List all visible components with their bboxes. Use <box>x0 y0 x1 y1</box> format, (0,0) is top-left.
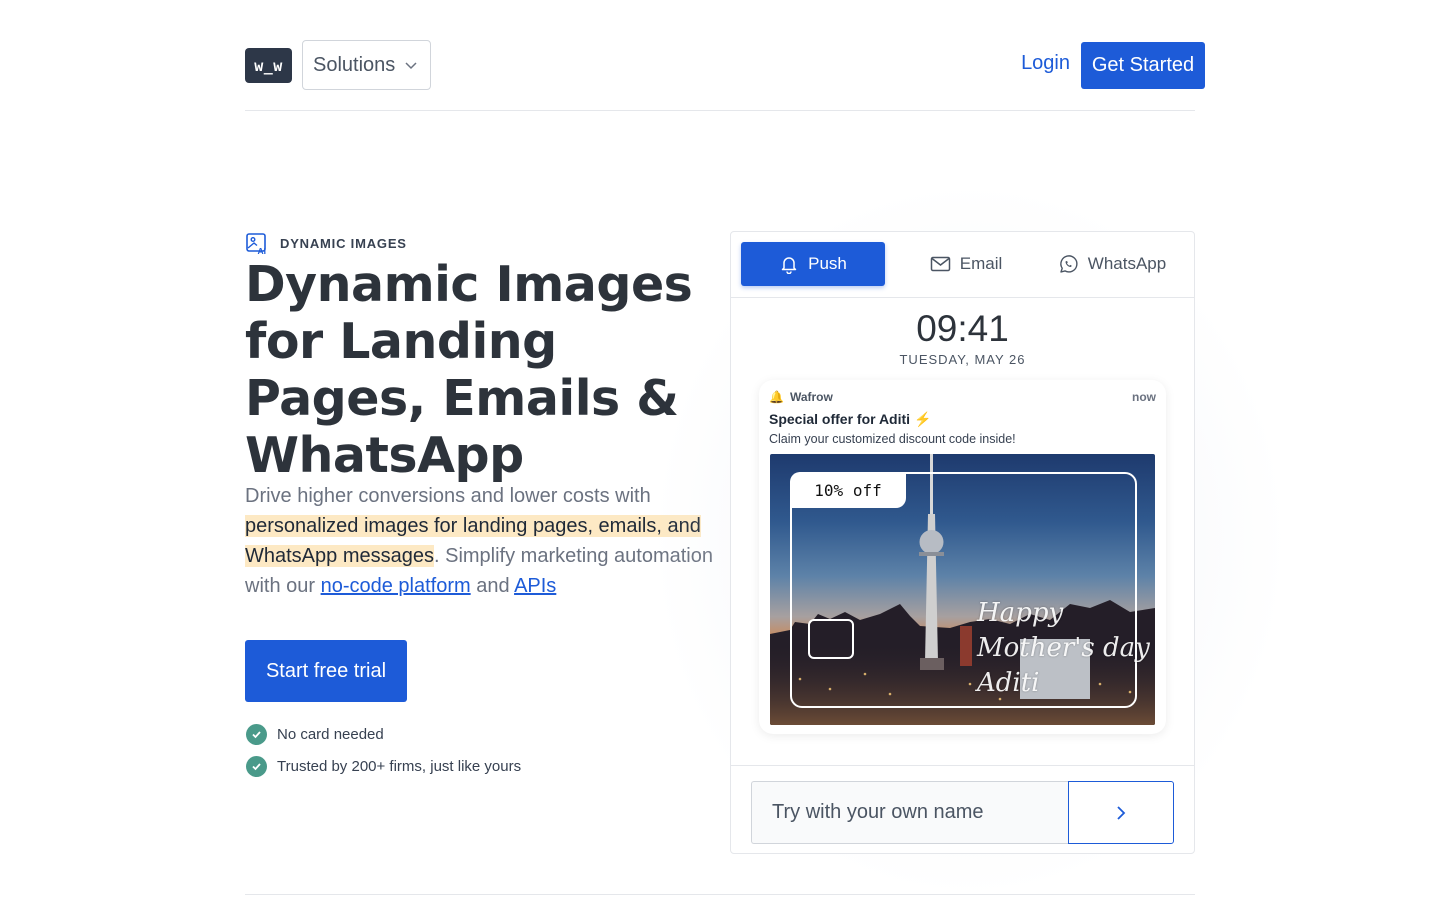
notification-time: now <box>1132 390 1156 404</box>
site-header: w_w Solutions Login Get Started <box>245 40 1205 90</box>
name-input[interactable] <box>751 781 1069 844</box>
tab-whatsapp[interactable]: WhatsApp <box>1056 242 1168 286</box>
login-link[interactable]: Login <box>1021 52 1070 75</box>
push-notification[interactable]: 🔔 Wafrow now Special offer for Aditi ⚡ C… <box>759 380 1166 734</box>
header-divider <box>245 110 1195 111</box>
hero-description: Drive higher conversions and lower costs… <box>245 481 715 601</box>
bell-icon <box>781 257 797 274</box>
benefit-item: No card needed <box>246 723 521 745</box>
solutions-label: Solutions <box>313 53 396 76</box>
get-started-button[interactable]: Get Started <box>1081 42 1205 89</box>
eyebrow-text: DYNAMIC IMAGES <box>280 235 407 251</box>
ai-image-icon: AI <box>246 233 267 255</box>
mail-icon <box>930 256 950 272</box>
greeting-line: Mother's day <box>977 633 1150 663</box>
channel-tabs: Push Email WhatsApp <box>731 232 1194 298</box>
greeting-text: Happy Mother's day Aditi <box>977 596 1150 701</box>
tab-push[interactable]: Push <box>741 242 885 286</box>
app-name: Wafrow <box>789 390 833 404</box>
offer-badge: 10% off <box>790 472 906 508</box>
eyebrow: AI DYNAMIC IMAGES <box>245 231 407 255</box>
tab-email[interactable]: Email <box>921 242 1011 286</box>
no-code-platform-link[interactable]: no-code platform <box>321 575 471 597</box>
whatsapp-icon <box>1059 254 1078 273</box>
solutions-dropdown[interactable]: Solutions <box>302 40 431 90</box>
image-placeholder-frame <box>808 619 854 659</box>
bell-emoji-icon: 🔔 <box>769 390 784 404</box>
chevron-right-icon <box>1117 805 1126 820</box>
greeting-line: Happy <box>977 598 1064 628</box>
benefit-list: No card needed Trusted by 200+ firms, ju… <box>246 723 521 787</box>
benefit-item: Trusted by 200+ firms, just like yours <box>246 755 521 777</box>
lockscreen-clock: 09:41 <box>916 308 1009 349</box>
notification-title: Special offer for Aditi ⚡ <box>769 411 932 427</box>
section-divider <box>245 894 1195 895</box>
brand-logo[interactable]: w_w <box>245 48 292 83</box>
tab-label: WhatsApp <box>1087 254 1167 273</box>
apis-link[interactable]: APIs <box>514 575 556 597</box>
greeting-line: Aditi <box>977 668 1040 698</box>
svg-text:AI: AI <box>258 246 267 255</box>
tab-label: Push <box>808 254 847 273</box>
desc-text: and <box>470 575 515 597</box>
notification-app: 🔔 Wafrow <box>769 390 833 404</box>
submit-name-button[interactable] <box>1068 781 1174 844</box>
preview-card: Push Email WhatsApp 09:41 TUESDAY, MAY 2… <box>730 231 1195 854</box>
try-name-row <box>731 765 1194 853</box>
lockscreen-date: TUESDAY, MAY 26 <box>899 352 1026 367</box>
tab-label: Email <box>959 254 1003 273</box>
personalized-image: 10% off Happy Mother's day Aditi <box>770 454 1155 725</box>
check-icon <box>246 755 267 777</box>
benefit-text: No card needed <box>277 725 384 743</box>
notification-body: Claim your customized discount code insi… <box>769 432 1016 446</box>
check-icon <box>246 723 267 745</box>
benefit-text: Trusted by 200+ firms, just like yours <box>277 757 522 775</box>
desc-text: Drive higher conversions and lower costs… <box>245 485 651 507</box>
start-free-trial-button[interactable]: Start free trial <box>245 640 407 702</box>
chevron-down-icon <box>405 62 417 70</box>
